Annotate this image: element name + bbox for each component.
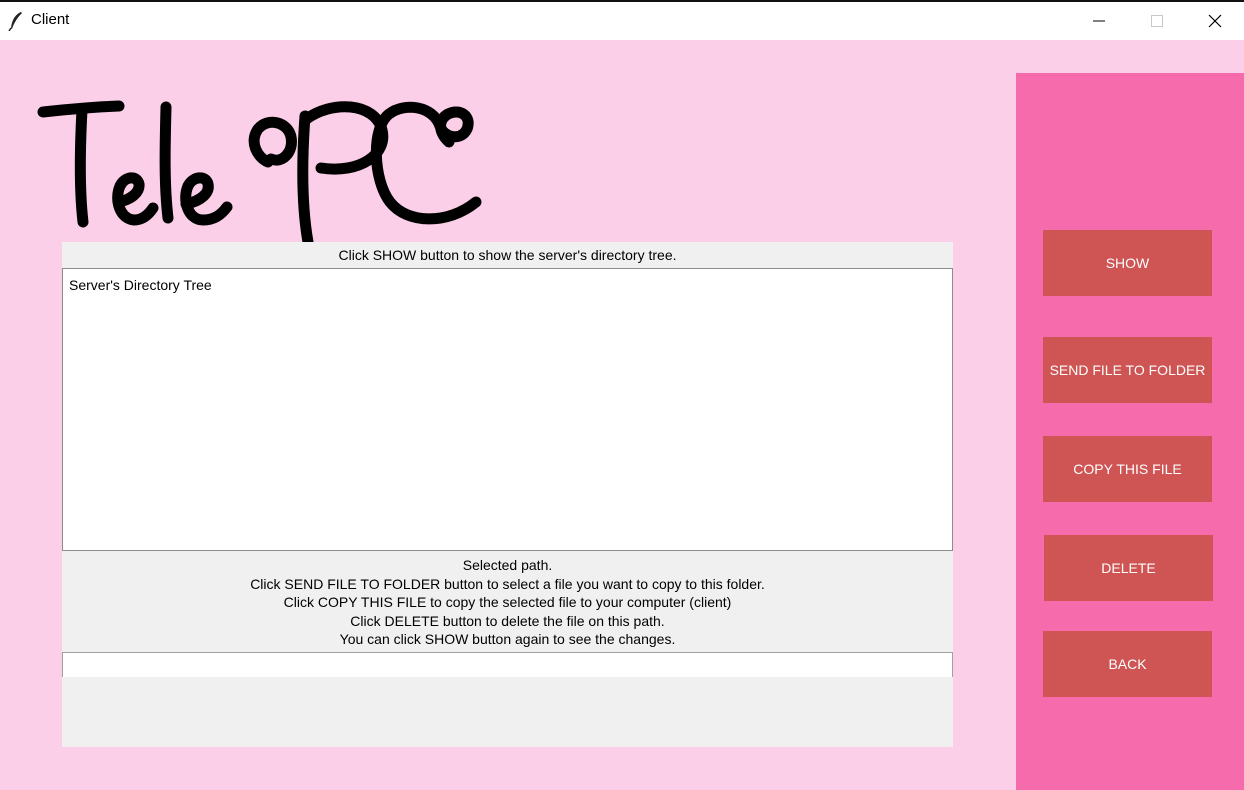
title-bar: Client xyxy=(0,0,1244,40)
maximize-button[interactable] xyxy=(1128,2,1186,40)
action-sidebar: SHOW SEND FILE TO FOLDER COPY THIS FILE … xyxy=(1016,73,1244,790)
delete-button[interactable]: DELETE xyxy=(1044,535,1213,601)
minimize-button[interactable] xyxy=(1070,2,1128,40)
delete-instruction: Click DELETE button to delete the file o… xyxy=(350,612,665,629)
send-instruction: Click SEND FILE TO FOLDER button to sele… xyxy=(250,575,765,592)
close-icon xyxy=(1208,14,1222,28)
show-button[interactable]: SHOW xyxy=(1043,230,1212,296)
maximize-icon xyxy=(1151,15,1163,27)
close-button[interactable] xyxy=(1186,2,1244,40)
telepc-logo xyxy=(35,92,490,248)
window-title: Client xyxy=(31,11,70,28)
feather-icon xyxy=(8,11,24,32)
selected-path-label: Selected path. xyxy=(462,557,553,573)
directory-tree[interactable]: Server's Directory Tree xyxy=(62,268,953,551)
copy-instruction: Click COPY THIS FILE to copy the selecte… xyxy=(283,594,732,611)
send-file-to-folder-button[interactable]: SEND FILE TO FOLDER xyxy=(1043,337,1212,403)
instructions-panel: Selected path. Click SEND FILE TO FOLDER… xyxy=(62,551,953,652)
back-button[interactable]: BACK xyxy=(1043,631,1212,697)
copy-this-file-button[interactable]: COPY THIS FILE xyxy=(1043,436,1212,502)
selected-path-input[interactable] xyxy=(62,652,953,677)
minimize-icon xyxy=(1093,15,1105,27)
bottom-pane xyxy=(62,677,953,747)
show-again-instruction: You can click SHOW button again to see t… xyxy=(339,631,676,648)
tree-root-item[interactable]: Server's Directory Tree xyxy=(69,277,212,293)
tree-hint-label: Click SHOW button to show the server's d… xyxy=(62,242,953,269)
